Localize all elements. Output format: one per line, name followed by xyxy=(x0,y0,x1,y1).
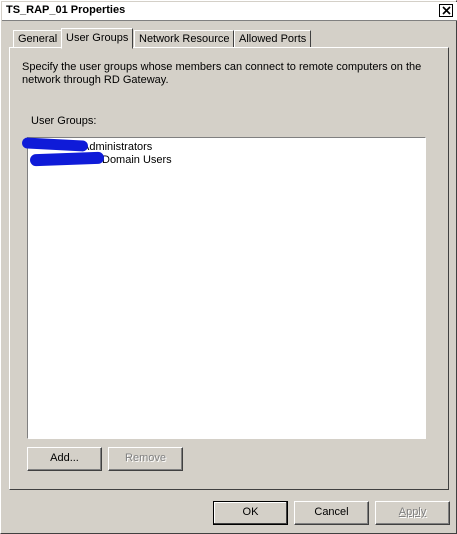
close-icon xyxy=(442,6,451,15)
tab-user-groups[interactable]: User Groups xyxy=(61,28,134,49)
ok-button[interactable]: OK xyxy=(213,501,288,525)
tab-label: User Groups xyxy=(66,32,129,44)
add-button[interactable]: Add... xyxy=(27,447,102,471)
cancel-button[interactable]: Cancel xyxy=(294,501,369,525)
user-groups-label: User Groups: xyxy=(31,115,97,127)
tab-label: Allowed Ports xyxy=(239,33,307,45)
close-button[interactable] xyxy=(439,4,453,17)
list-item[interactable]: Domain Users xyxy=(102,154,172,166)
user-groups-list[interactable]: Administrators Domain Users xyxy=(21,137,426,439)
redaction-mark xyxy=(29,151,105,167)
remove-button[interactable]: Remove xyxy=(108,447,183,471)
properties-dialog: TS_RAP_01 Properties General User Groups… xyxy=(0,0,457,534)
tab-allowed-ports[interactable]: Allowed Ports xyxy=(234,30,312,48)
title-divider xyxy=(2,20,457,21)
group-name: Domain Users xyxy=(102,154,172,166)
tab-label: Network Resource xyxy=(139,33,230,45)
tab-network-resource[interactable]: Network Resource xyxy=(134,30,235,48)
description-text: Specify the user groups whose members ca… xyxy=(22,61,422,86)
window-title: TS_RAP_01 Properties xyxy=(6,4,126,16)
apply-button[interactable]: Apply xyxy=(375,501,450,525)
tab-general[interactable]: General xyxy=(13,30,63,48)
title-bar[interactable]: TS_RAP_01 Properties xyxy=(2,2,457,20)
redaction-mark xyxy=(21,137,89,152)
tab-label: General xyxy=(18,33,58,45)
